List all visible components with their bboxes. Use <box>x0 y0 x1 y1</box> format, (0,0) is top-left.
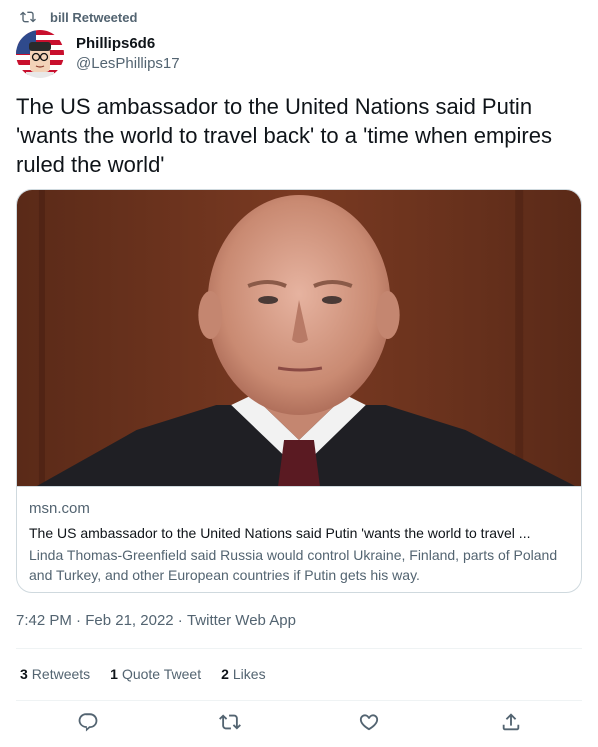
retweet-button[interactable] <box>219 711 243 735</box>
tweet-timestamp: 7:42 PM · Feb 21, 2022 · Twitter Web App <box>16 611 296 631</box>
tweet-source[interactable]: Twitter Web App <box>187 611 296 631</box>
tweet-stats: 3 Retweets 1 Quote Tweet 2 Likes <box>20 664 286 684</box>
tweet-time[interactable]: 7:42 PM <box>16 611 72 631</box>
tweet-actions <box>0 708 598 738</box>
retweets-label: Retweets <box>31 666 91 682</box>
tweet-text: The US ambassador to the United Nations … <box>16 94 552 177</box>
quote-tweets-stat[interactable]: 1 Quote Tweet <box>110 664 201 684</box>
link-card[interactable]: msn.com The US ambassador to the United … <box>16 189 582 593</box>
avatar[interactable] <box>16 30 64 78</box>
retweet-icon <box>219 714 241 730</box>
card-image[interactable] <box>17 190 581 486</box>
reply-icon <box>78 713 98 732</box>
retweets-count: 3 <box>20 666 28 682</box>
user-handle[interactable]: @LesPhillips17 <box>76 54 180 74</box>
separator: · <box>71 612 86 629</box>
reply-button[interactable] <box>77 711 101 735</box>
like-button[interactable] <box>358 711 382 735</box>
card-title: The US ambassador to the United Nations … <box>29 525 531 541</box>
display-name[interactable]: Phillips6d6 <box>76 34 180 54</box>
divider <box>16 700 582 701</box>
retweet-context[interactable]: bill Retweeted <box>20 8 137 26</box>
card-meta[interactable]: msn.com The US ambassador to the United … <box>17 486 581 585</box>
share-icon <box>502 713 520 731</box>
tweet-date[interactable]: Feb 21, 2022 <box>85 611 173 631</box>
likes-count: 2 <box>221 666 229 682</box>
retweets-stat[interactable]: 3 Retweets <box>20 664 90 684</box>
retweet-icon <box>20 11 36 23</box>
likes-label: Likes <box>232 666 266 682</box>
likes-stat[interactable]: 2 Likes <box>221 664 265 684</box>
cartoon-avatar <box>16 30 64 78</box>
quote-tweets-label: Quote Tweet <box>121 666 202 682</box>
divider <box>16 648 582 649</box>
share-button[interactable] <box>500 711 524 735</box>
like-icon <box>359 714 379 731</box>
retweet-context-label: bill Retweeted <box>50 9 138 25</box>
quote-tweets-count: 1 <box>110 666 118 682</box>
card-description: Linda Thomas-Greenfield said Russia woul… <box>29 547 558 583</box>
card-domain: msn.com <box>29 500 90 517</box>
tweet-author[interactable]: Phillips6d6 @LesPhillips17 <box>16 30 180 78</box>
separator: · <box>173 612 187 629</box>
